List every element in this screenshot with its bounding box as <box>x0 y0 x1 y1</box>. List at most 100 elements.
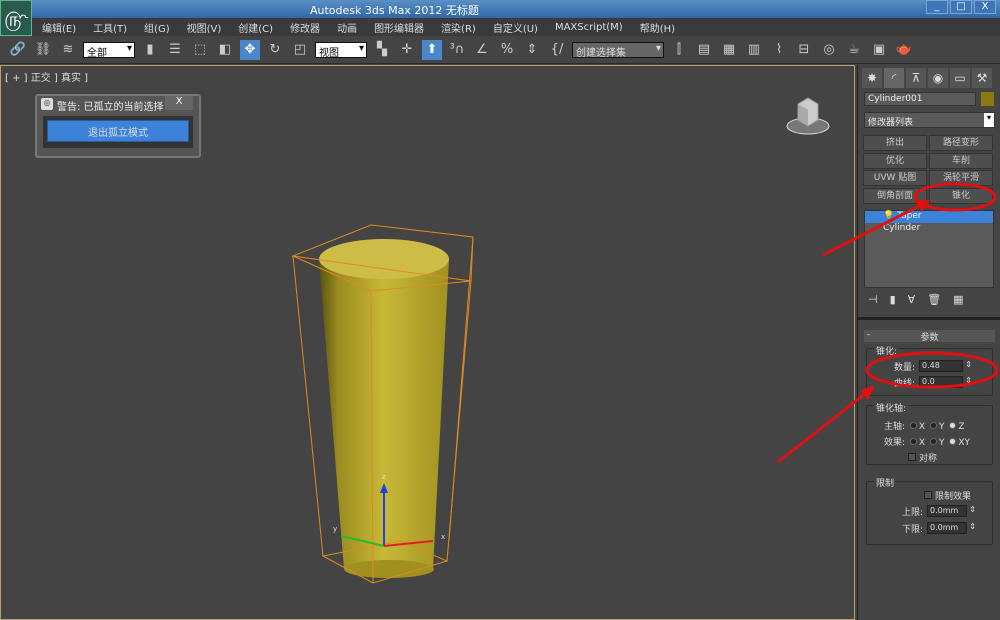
effect-y-radio[interactable] <box>929 438 937 445</box>
menu-graph-editors[interactable]: 图形编辑器 <box>374 20 424 35</box>
spinner-snap-icon[interactable]: ⇕ <box>522 40 542 60</box>
material-editor-icon[interactable]: ◎ <box>819 40 839 60</box>
rect-selection-icon[interactable]: ⬚ <box>190 40 210 60</box>
viewport-label[interactable]: [ + ] 正交 ] 真实 ] <box>5 69 88 84</box>
modifier-list-dropdown[interactable]: 修改器列表 <box>864 112 995 128</box>
viewcube-icon[interactable] <box>786 94 830 136</box>
layer-icon[interactable]: ▦ <box>719 40 739 60</box>
rendered-frame-icon[interactable]: ▣ <box>869 40 889 60</box>
effect-xy-radio[interactable] <box>949 438 957 445</box>
curve-spinner[interactable]: 0.0 <box>919 376 972 388</box>
menu-rendering[interactable]: 渲染(R) <box>441 20 476 35</box>
named-selection-icon[interactable]: {/ <box>547 40 567 60</box>
stack-item-label: Taper <box>897 211 922 221</box>
make-unique-icon[interactable]: ∀ <box>908 293 916 306</box>
modifier-path-deform-button[interactable]: 路径变形 <box>929 135 993 151</box>
window-title: Autodesk 3ds Max 2012 无标题 <box>310 4 479 17</box>
percent-snap-icon[interactable]: % <box>497 40 517 60</box>
unlink-icon[interactable]: ⛓ <box>33 40 53 60</box>
minimize-button[interactable]: _ <box>926 0 948 14</box>
close-button[interactable]: X <box>974 0 996 14</box>
configure-sets-icon[interactable]: ▦ <box>953 293 963 306</box>
render-setup-icon[interactable]: ☕ <box>844 40 864 60</box>
object-name-input[interactable]: Cylinder001 <box>864 92 976 106</box>
remove-modifier-icon[interactable]: 🗑 <box>927 293 941 306</box>
motion-tab-icon[interactable]: ◉ <box>928 68 948 88</box>
modify-tab-icon[interactable]: ◜ <box>884 68 904 88</box>
menu-group[interactable]: 组(G) <box>144 20 170 35</box>
primary-x-radio[interactable] <box>909 422 917 429</box>
amount-spinner[interactable]: 0.48 <box>919 360 972 372</box>
app-icon: ◎ <box>41 98 53 110</box>
window-crossing-icon[interactable]: ◧ <box>215 40 235 60</box>
ribbon-icon[interactable]: ▥ <box>744 40 764 60</box>
menu-modifiers[interactable]: 修改器 <box>290 20 320 35</box>
taper-group-label: 锥化: <box>874 344 900 357</box>
modifier-turbosmooth-button[interactable]: 涡轮平滑 <box>929 170 993 186</box>
stack-item-taper[interactable]: 💡 Taper <box>865 211 993 223</box>
effect-axis-row: 效果: X Y XY <box>884 435 970 448</box>
hierarchy-tab-icon[interactable]: ⊼ <box>906 68 926 88</box>
menu-help[interactable]: 帮助(H) <box>640 20 675 35</box>
curve-editor-icon[interactable]: ⌇ <box>769 40 789 60</box>
primary-z-radio[interactable] <box>949 422 957 429</box>
object-color-swatch[interactable] <box>981 92 994 106</box>
stack-item-cylinder[interactable]: Cylinder <box>865 223 993 235</box>
angle-snap-icon[interactable]: ∠ <box>472 40 492 60</box>
upper-limit-label: 上限: <box>902 508 924 518</box>
show-end-result-icon[interactable]: ▮ <box>890 293 896 306</box>
named-selection-dropdown[interactable]: 创建选择集 <box>572 41 664 59</box>
app-logo-icon[interactable]: ௹ <box>0 0 32 36</box>
bind-space-warp-icon[interactable]: ≋ <box>58 40 78 60</box>
menu-create[interactable]: 创建(C) <box>238 20 273 35</box>
menu-animation[interactable]: 动画 <box>337 20 357 35</box>
limit-effect-checkbox[interactable]: 限制效果 <box>924 489 971 502</box>
mirror-icon[interactable]: ⫿ <box>669 40 689 60</box>
menu-maxscript[interactable]: MAXScript(M) <box>555 22 623 33</box>
menu-customize[interactable]: 自定义(U) <box>493 20 538 35</box>
tapered-cylinder[interactable]: z x y <box>281 216 481 596</box>
option-label: Y <box>938 438 945 448</box>
symmetry-checkbox[interactable]: 对称 <box>908 451 937 464</box>
upper-limit-spinner[interactable]: 0.0mm <box>927 505 976 517</box>
primary-y-radio[interactable] <box>929 422 937 429</box>
modifier-lathe-button[interactable]: 车削 <box>929 153 993 169</box>
schematic-icon[interactable]: ⊟ <box>794 40 814 60</box>
exit-isolation-button[interactable]: 退出孤立模式 <box>47 120 189 142</box>
selection-filter-dropdown[interactable]: 全部 <box>83 41 135 59</box>
modifier-uvw-map-button[interactable]: UVW 贴图 <box>863 170 927 186</box>
render-icon[interactable]: 🫖 <box>894 40 914 60</box>
menu-views[interactable]: 视图(V) <box>187 20 222 35</box>
viewport-perspective[interactable]: [ + ] 正交 ] 真实 ] ◎ 警告: 已孤立的当前选择 X 退出孤立模式 z… <box>0 65 855 620</box>
pivot-icon[interactable]: ▚ <box>372 40 392 60</box>
menu-edit[interactable]: 编辑(E) <box>42 20 76 35</box>
display-tab-icon[interactable]: ▭ <box>950 68 970 88</box>
chevron-down-icon[interactable]: ▾ <box>984 113 994 127</box>
lower-limit-spinner[interactable]: 0.0mm <box>927 522 976 534</box>
modifier-extrude-button[interactable]: 挤出 <box>863 135 927 151</box>
align-icon[interactable]: ▤ <box>694 40 714 60</box>
utilities-tab-icon[interactable]: ⚒ <box>972 68 992 88</box>
link-icon[interactable]: 🔗 <box>8 40 28 60</box>
scale-icon[interactable]: ◰ <box>290 40 310 60</box>
create-tab-icon[interactable]: ✸ <box>862 68 882 88</box>
rotate-icon[interactable]: ↻ <box>265 40 285 60</box>
option-label: X <box>918 438 926 448</box>
reference-coord-dropdown[interactable]: 视图 <box>315 41 367 59</box>
command-panel: ✸ ◜ ⊼ ◉ ▭ ⚒ Cylinder001 修改器列表 ▾ 挤出 路径变形 … <box>857 65 1000 620</box>
modifier-bevel-profile-button[interactable]: 倒角剖面 <box>863 188 927 204</box>
menu-tools[interactable]: 工具(T) <box>93 20 127 35</box>
maximize-button[interactable]: □ <box>950 0 972 14</box>
parameters-rollout-header[interactable]: - 参数 <box>864 330 995 343</box>
pin-stack-icon[interactable]: ⊣ <box>868 293 878 306</box>
keyboard-shortcut-icon[interactable]: ⬆ <box>422 39 442 60</box>
select-object-icon[interactable]: ▮ <box>140 40 160 60</box>
snap-icon[interactable]: ³∩ <box>447 40 467 60</box>
modifier-taper-button[interactable]: 锥化 <box>929 188 993 204</box>
modifier-optimize-button[interactable]: 优化 <box>863 153 927 169</box>
dialog-close-button[interactable]: X <box>165 96 193 110</box>
manipulate-icon[interactable]: ✛ <box>397 40 417 60</box>
move-icon[interactable]: ✥ <box>240 39 260 60</box>
effect-x-radio[interactable] <box>909 438 917 445</box>
select-by-name-icon[interactable]: ☰ <box>165 40 185 60</box>
